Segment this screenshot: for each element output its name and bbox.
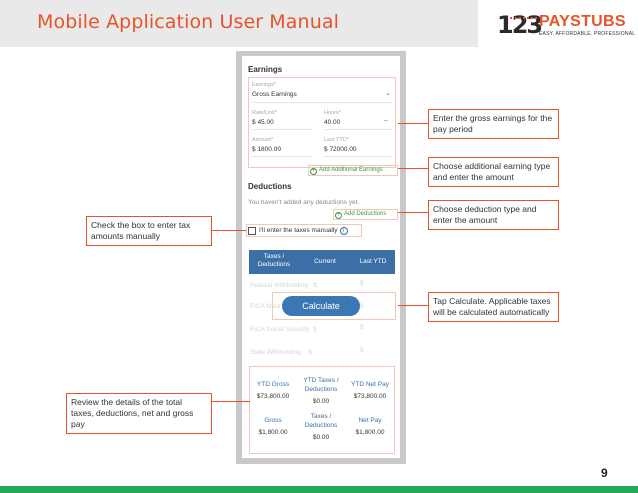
ytd-taxes-label: YTD Taxes / Deductions [303, 377, 339, 393]
last-ytd-value: 72000.00 [329, 146, 357, 153]
earnings-field-label: Earnings* [252, 82, 276, 88]
add-deductions-highlight [333, 209, 398, 220]
row-ytd: $ [360, 347, 364, 354]
row-label: Federal Withholding [250, 282, 308, 289]
taxes-value: $0.00 [312, 434, 330, 441]
ytd-gross-label: YTD Gross [256, 381, 290, 388]
company-logo: 123 PAYSTUBS EASY. AFFORDABLE. PROFESSIO… [497, 11, 636, 39]
callout-calculate: Tap Calculate. Applicable taxes will be … [428, 292, 559, 322]
footer-bar [0, 486, 638, 493]
connector-line [398, 168, 428, 169]
amount-input[interactable]: $ 1800.00 [252, 146, 281, 153]
ytd-net-label: YTD Net Pay [351, 381, 389, 388]
ytd-taxes-value: $0.00 [312, 398, 330, 405]
net-label: Net Pay [358, 417, 382, 424]
divider [252, 102, 392, 103]
ytd-gross-value: $73,800.00 [256, 393, 290, 400]
ytd-net-value: $73,800.00 [353, 393, 387, 400]
net-value: $1,800.00 [355, 429, 385, 436]
chevron-down-icon[interactable]: ⌄ [385, 89, 391, 97]
app-screen: Earnings Earnings* Gross Earnings ⌄ Rate… [242, 56, 400, 458]
callout-deduction-type: Choose deduction type and enter the amou… [428, 200, 559, 230]
last-ytd-currency: $ [324, 146, 328, 153]
table-header-current: Current [314, 258, 336, 265]
connector-line [398, 305, 428, 306]
logo-numbers: 123 [497, 11, 543, 39]
earnings-title: Earnings [248, 65, 283, 74]
divider [252, 156, 312, 157]
hours-input[interactable]: 40.00 [324, 119, 340, 126]
logo-dots [510, 17, 537, 19]
table-header-taxes: Taxes / Deductions [257, 253, 291, 268]
connector-line [398, 123, 428, 124]
hours-label: Hours* [324, 110, 341, 116]
amount-value: 1800.00 [257, 146, 281, 153]
taxes-label: Taxes / Deductions [304, 413, 338, 429]
row-ytd: $ [360, 280, 364, 287]
last-ytd-label: Last YTD* [324, 137, 349, 143]
rate-label: Rate/Unit* [252, 110, 278, 116]
amount-label: Amount* [252, 137, 274, 143]
row-label: FICA Social Security [250, 326, 310, 333]
gross-label: Gross [264, 417, 282, 424]
logo-brand: PAYSTUBS [539, 13, 626, 30]
callout-tax-checkbox: Check the box to enter tax amounts manua… [86, 216, 212, 246]
divider [324, 129, 392, 130]
connector-line [212, 230, 246, 231]
page-number: 9 [601, 466, 608, 480]
callout-gross-earnings: Enter the gross earnings for the pay per… [428, 109, 559, 139]
connector-line [212, 401, 250, 402]
table-header-last-ytd: Last YTD [359, 258, 387, 265]
divider [252, 129, 312, 130]
table-row: FICA Social Security $ [250, 326, 317, 333]
divider [324, 156, 392, 157]
rate-value: 45.00 [257, 119, 274, 126]
row-current: $ [312, 326, 317, 333]
callout-additional-earning: Choose additional earning type and enter… [428, 157, 559, 187]
amount-currency: $ [252, 146, 256, 153]
hours-icon[interactable]: ⇔ [383, 118, 389, 124]
earnings-select[interactable]: Gross Earnings [252, 91, 297, 98]
logo-tagline: EASY. AFFORDABLE. PROFESSIONAL [539, 31, 636, 37]
deductions-empty-text: You haven't added any deductions yet. [248, 199, 360, 206]
row-label: State Withholding [250, 349, 301, 356]
add-earnings-highlight [308, 165, 398, 176]
taxes-table-header: Taxes / Deductions Current Last YTD [249, 250, 395, 274]
row-current: $ [313, 282, 317, 289]
table-row: State Withholding $ [250, 349, 312, 356]
table-row: Federal Withholding $ [250, 282, 317, 289]
checkbox-highlight [246, 224, 362, 237]
rate-currency: $ [252, 119, 256, 126]
deductions-title: Deductions [248, 182, 292, 191]
rate-input[interactable]: $ 45.00 [252, 119, 274, 126]
row-current: $ [308, 349, 312, 356]
callout-review: Review the details of the total taxes, d… [66, 393, 212, 434]
last-ytd-input[interactable]: $ 72000.00 [324, 146, 357, 153]
gross-value: $1,800.00 [258, 429, 288, 436]
calculate-highlight [272, 292, 396, 320]
document-title: Mobile Application User Manual [37, 11, 339, 33]
connector-line [398, 212, 428, 213]
row-ytd: $ [360, 324, 364, 331]
